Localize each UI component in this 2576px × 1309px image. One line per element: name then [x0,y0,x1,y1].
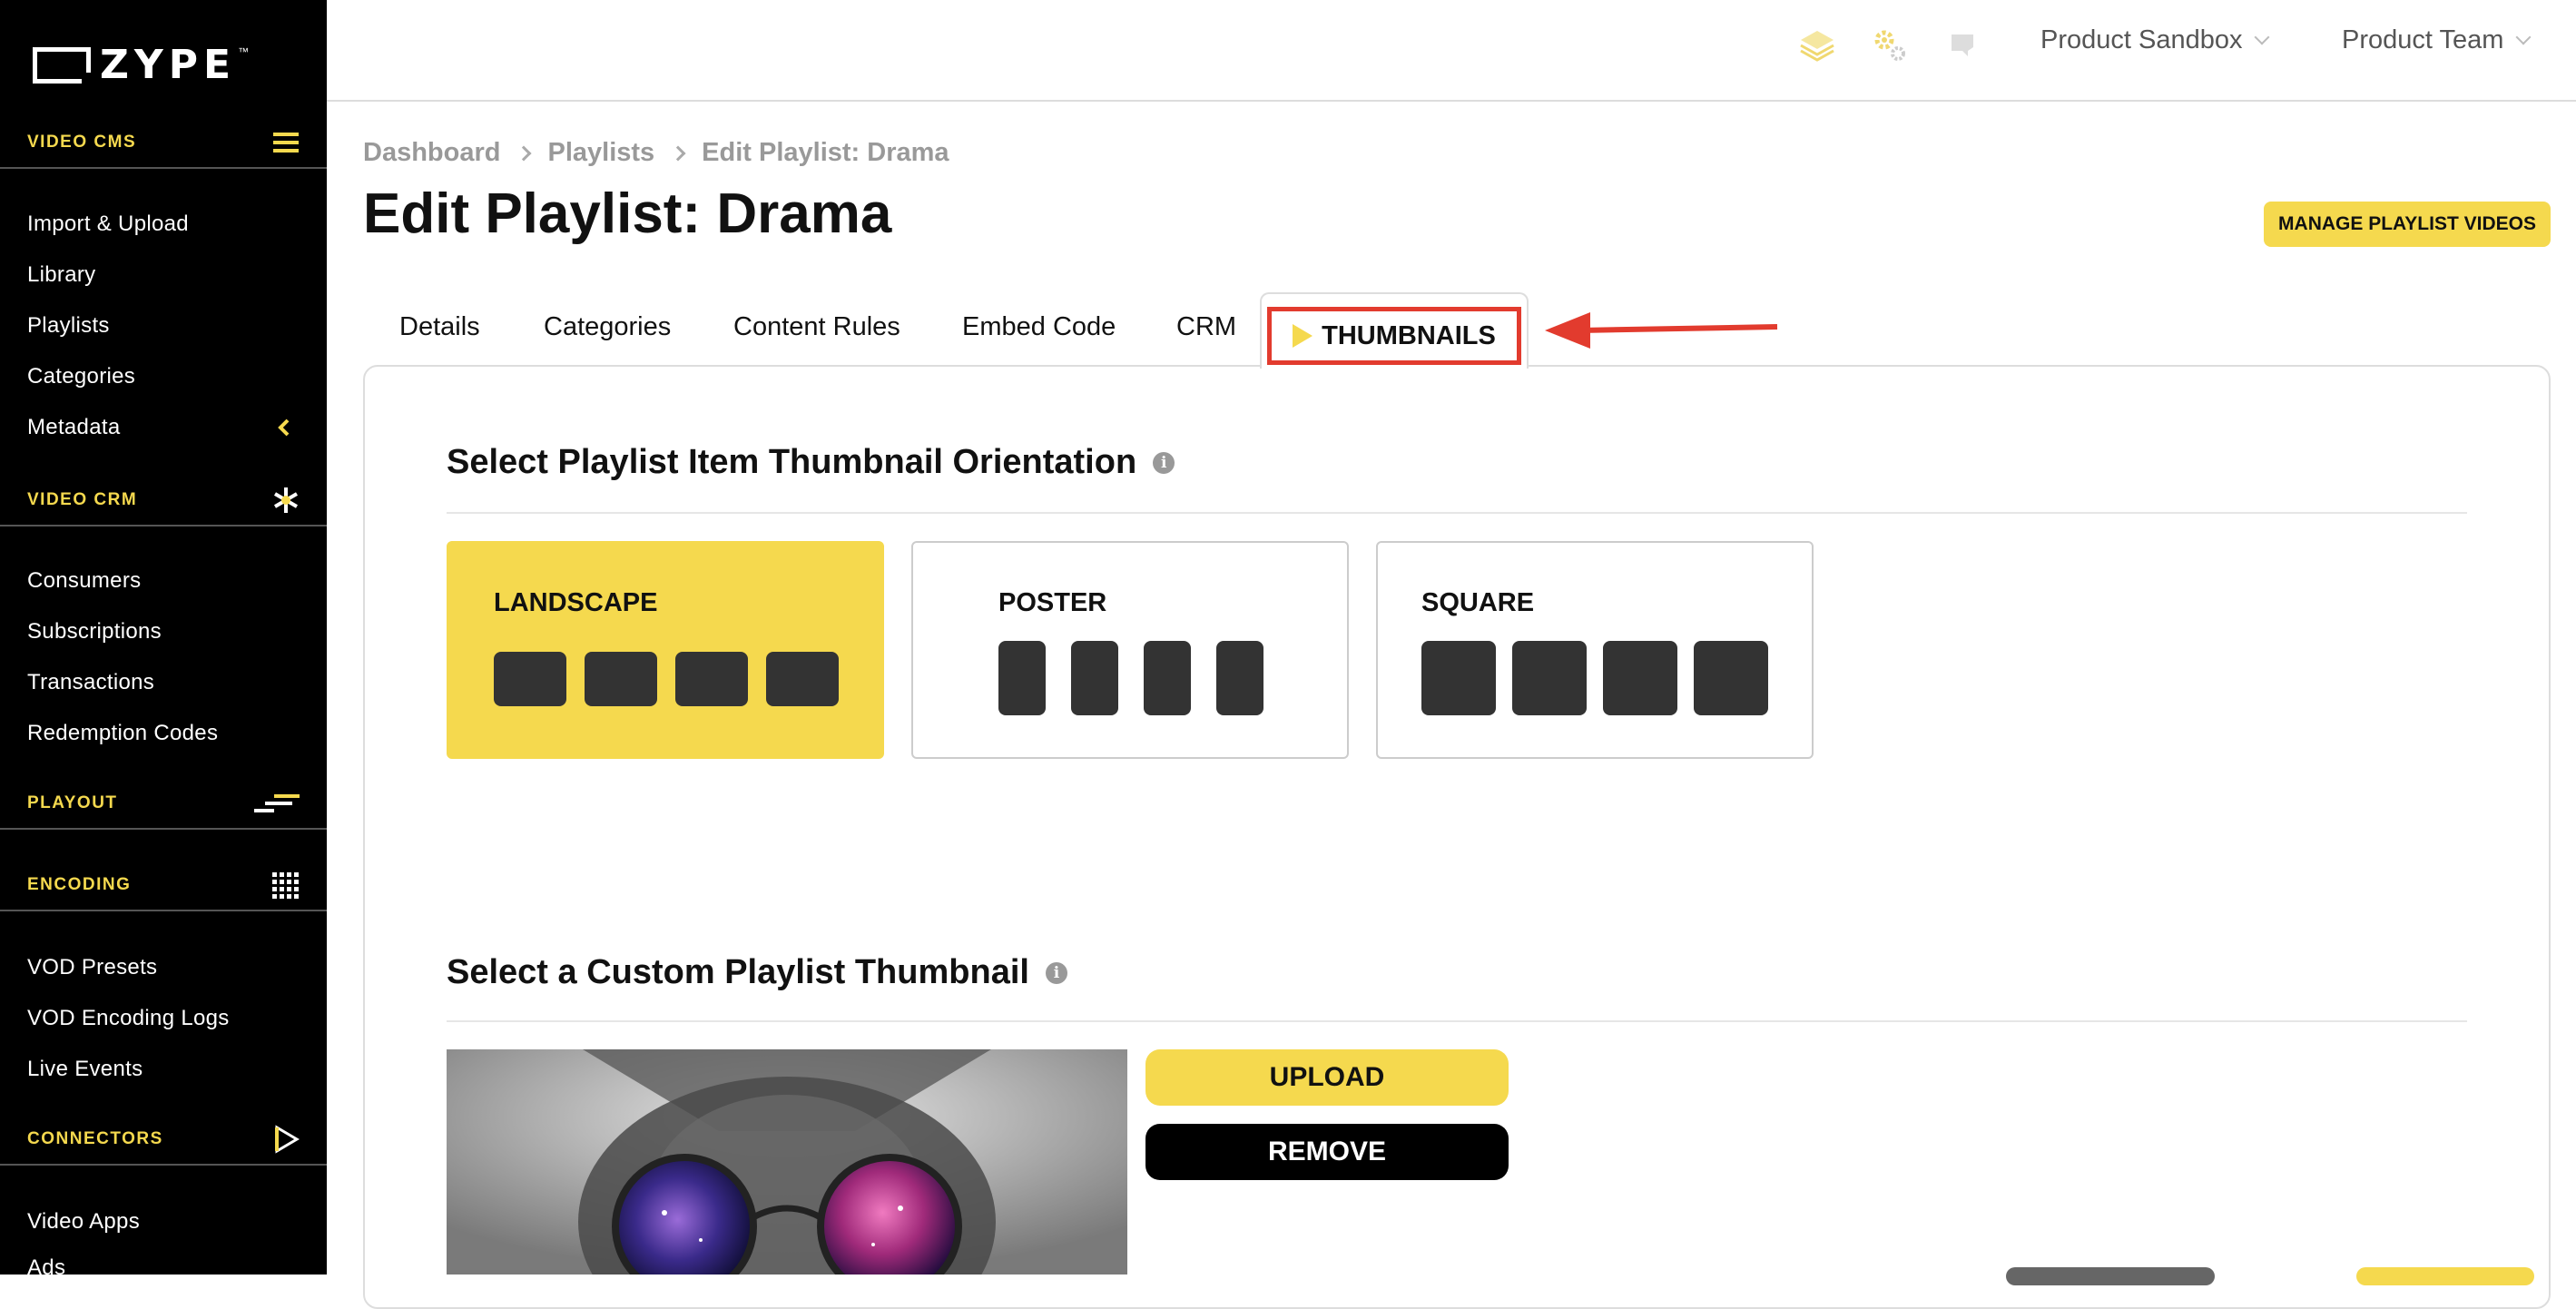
sidebar-item-subscriptions[interactable]: Subscriptions [27,618,162,645]
option-label: POSTER [998,588,1107,617]
section-label: ENCODING [27,875,132,894]
poster-preview-block [998,641,1046,715]
tab-highlight-box: THUMBNAILS [1267,307,1521,365]
orientation-heading-text: Select Playlist Item Thumbnail Orientati… [447,443,1137,481]
landscape-preview-block [585,652,657,706]
chevron-down-icon [2515,29,2532,44]
chevron-right-icon [516,145,532,161]
tab-thumbnails-label: THUMBNAILS [1322,320,1496,350]
custom-thumbnail-heading: Select a Custom Playlist Thumbnail i [447,953,1067,992]
logo-trademark: ™ [238,45,250,58]
sidebar-item-live-events[interactable]: Live Events [27,1056,143,1083]
tab-content-rules[interactable]: Content Rules [733,307,900,347]
poster-preview-block [1071,641,1118,715]
sidebar-item-vod-presets[interactable]: VOD Presets [27,954,157,981]
sidebar-item-transactions[interactable]: Transactions [27,669,154,696]
tab-embed-code[interactable]: Embed Code [962,307,1116,347]
gears-icon[interactable] [1870,25,1910,65]
chevron-right-icon [670,145,686,161]
top-bar: Product Sandbox Product Team [327,0,2576,102]
section-connectors[interactable]: CONNECTORS [0,1115,327,1166]
square-preview-block [1421,641,1496,715]
logo-mark-icon [33,47,91,84]
sidebar-item-playlists[interactable]: Playlists [27,312,110,340]
orientation-option-square[interactable]: SQUARE [1376,541,1814,759]
info-icon[interactable]: i [1045,961,1067,984]
landscape-preview-block [766,652,839,706]
poster-preview-block [1216,641,1263,715]
site-dropdown-label: Product Sandbox [2040,25,2243,54]
tab-categories[interactable]: Categories [544,307,671,347]
sidebar: ZYPE ™ VIDEO CMS Import & Upload Library… [0,0,327,1275]
sidebar-item-redemption-codes[interactable]: Redemption Codes [27,720,218,747]
logo-text: ZYPE [100,42,237,88]
section-label: CONNECTORS [27,1129,163,1148]
poster-preview-block [1144,641,1191,715]
square-preview-block [1603,641,1677,715]
play-outline-icon[interactable] [270,1124,301,1155]
sidebar-item-metadata[interactable]: Metadata [27,414,120,441]
divider [447,512,2467,514]
sidebar-item-import-upload[interactable]: Import & Upload [27,211,189,238]
divider [447,1020,2467,1022]
sidebar-item-consumers[interactable]: Consumers [27,567,141,595]
section-playout[interactable]: PLAYOUT [0,779,327,830]
zype-logo[interactable]: ZYPE ™ [33,45,249,85]
team-dropdown-label: Product Team [2342,25,2504,54]
orientation-heading: Select Playlist Item Thumbnail Orientati… [447,443,1175,482]
footer-button-dark[interactable] [2006,1267,2215,1285]
sidebar-item-vod-encoding-logs[interactable]: VOD Encoding Logs [27,1005,230,1032]
hamburger-icon[interactable] [270,127,301,158]
custom-heading-text: Select a Custom Playlist Thumbnail [447,953,1029,991]
team-dropdown[interactable]: Product Team [2342,25,2532,55]
page-title: Edit Playlist: Drama [363,182,892,245]
info-icon[interactable]: i [1153,451,1175,474]
sidebar-item-video-apps[interactable]: Video Apps [27,1208,140,1235]
grid-dots-icon[interactable] [270,870,301,901]
tab-details[interactable]: Details [399,307,480,347]
option-label: SQUARE [1421,588,1535,617]
sidebar-item-ads[interactable]: Ads [27,1255,65,1275]
breadcrumb-current: Edit Playlist: Drama [702,138,949,167]
collapse-chevron-icon[interactable] [272,414,296,441]
orientation-option-landscape[interactable]: LANDSCAPE [447,541,884,759]
square-preview-block [1512,641,1587,715]
tab-thumbnails[interactable]: THUMBNAILS [1260,292,1529,369]
remove-button[interactable]: REMOVE [1145,1124,1509,1180]
section-label: VIDEO CRM [27,490,138,509]
section-encoding[interactable]: ENCODING [0,861,327,911]
playout-lines-icon[interactable] [252,788,301,819]
ticket-icon[interactable] [1944,25,1984,65]
landscape-preview-block [675,652,748,706]
landscape-preview-block [494,652,566,706]
sidebar-item-library[interactable]: Library [27,261,95,289]
option-label: LANDSCAPE [494,588,658,617]
chevron-down-icon [2254,29,2270,44]
orientation-option-poster[interactable]: POSTER [911,541,1349,759]
custom-thumbnail-image [447,1049,1127,1275]
breadcrumb: Dashboard Playlists Edit Playlist: Drama [363,138,949,168]
section-video-crm[interactable]: VIDEO CRM [0,476,327,527]
tab-crm[interactable]: CRM [1176,307,1236,347]
site-dropdown[interactable]: Product Sandbox [2040,25,2270,55]
section-label: VIDEO CMS [27,133,137,152]
annotation-arrow-icon [1545,312,1778,349]
section-label: PLAYOUT [27,793,118,812]
layers-icon[interactable] [1797,25,1837,65]
breadcrumb-dashboard[interactable]: Dashboard [363,138,500,168]
breadcrumb-playlists[interactable]: Playlists [547,138,654,168]
asterisk-icon[interactable] [270,485,301,516]
manage-playlist-videos-button[interactable]: MANAGE PLAYLIST VIDEOS [2264,202,2551,247]
square-preview-block [1694,641,1768,715]
sidebar-item-categories[interactable]: Categories [27,363,135,390]
section-video-cms[interactable]: VIDEO CMS [0,118,327,169]
play-icon [1293,324,1313,348]
footer-button-yellow[interactable] [2356,1267,2534,1285]
upload-button[interactable]: UPLOAD [1145,1049,1509,1106]
